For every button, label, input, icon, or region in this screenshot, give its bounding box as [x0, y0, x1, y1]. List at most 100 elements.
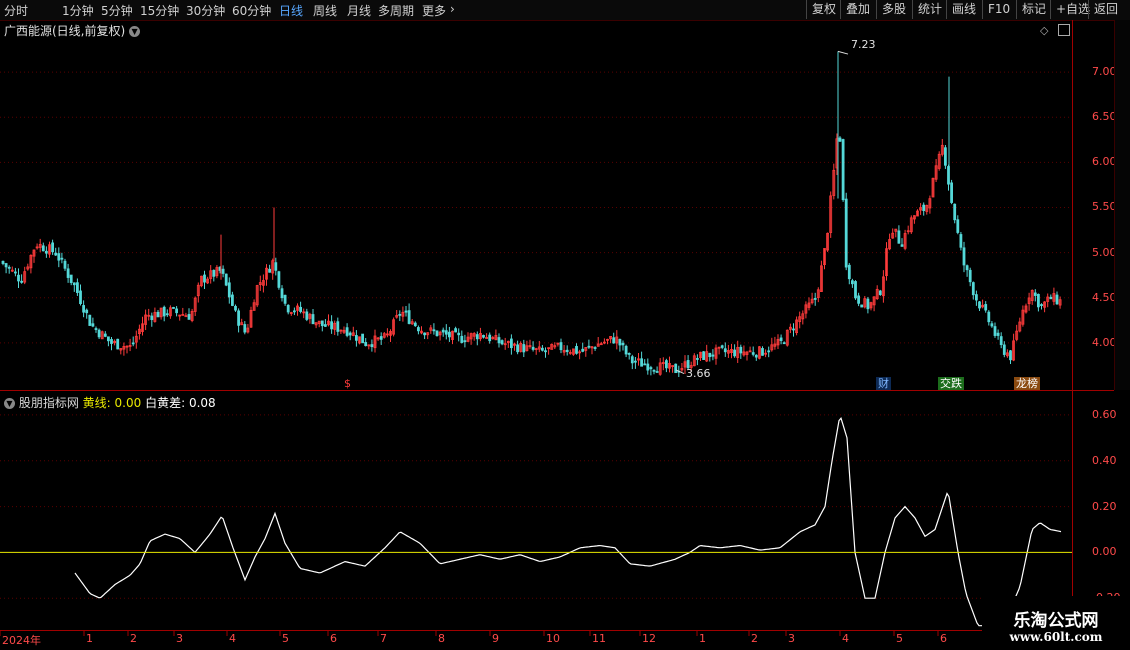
candle-body — [4, 263, 8, 268]
candle-body — [69, 274, 73, 283]
candle-body — [720, 345, 724, 348]
candle-body — [66, 268, 70, 278]
side-panel-tab[interactable] — [1114, 20, 1130, 390]
candle-body — [280, 288, 284, 299]
candle-body — [754, 354, 758, 358]
candle-body — [463, 340, 467, 343]
candle-body — [544, 350, 547, 353]
month-label: 3 — [788, 632, 795, 645]
candle-body — [82, 305, 85, 313]
month-label: 2 — [130, 632, 137, 645]
candle-body — [857, 295, 860, 304]
month-label: 4 — [229, 632, 236, 645]
diamond-icon[interactable]: ◇ — [1040, 24, 1048, 37]
grid-lines — [0, 71, 1072, 599]
candle-body — [1009, 350, 1012, 361]
candle-body — [847, 264, 851, 280]
candle-body — [962, 247, 966, 266]
candle-body — [94, 328, 98, 330]
candle-body — [57, 253, 61, 261]
candle-body — [996, 332, 1000, 336]
candlestick-series — [1, 50, 1062, 378]
candle-body — [1002, 344, 1006, 355]
low-price-annotation: 3.66 — [686, 367, 711, 380]
candle-body — [860, 304, 864, 308]
candle-body — [1033, 292, 1037, 296]
white-indicator-line — [74, 416, 1062, 627]
finance-badge[interactable]: 财 — [876, 377, 891, 390]
month-label: 3 — [176, 632, 183, 645]
candle-body — [187, 314, 191, 320]
candle-body — [416, 327, 420, 332]
candle-body — [283, 294, 287, 304]
candle-body — [97, 329, 101, 338]
candle-body — [522, 344, 526, 353]
candle-body — [711, 354, 715, 357]
candle-body — [1055, 294, 1059, 305]
candle-body — [739, 346, 743, 354]
panel-toggle-icon[interactable] — [1058, 24, 1070, 36]
candle-body — [581, 348, 585, 352]
candle-body — [320, 320, 324, 327]
candle-body — [423, 332, 427, 336]
candle-body — [292, 310, 296, 313]
candle-body — [1, 260, 5, 264]
indicator-name: 股朋指标网 — [18, 396, 79, 410]
month-label: 6 — [330, 632, 337, 645]
candle-body — [435, 330, 439, 337]
chart-title[interactable]: 广西能源(日线,前复权) ▼ — [4, 22, 141, 39]
candle-body — [708, 352, 712, 358]
candle-body — [779, 337, 783, 341]
watermark: 乐淘公式网 www.60lt.com — [982, 596, 1130, 650]
month-label: 2024年 — [2, 634, 41, 647]
candle-body — [723, 348, 727, 353]
candle-body — [541, 347, 544, 351]
candle-body — [370, 344, 374, 348]
candle-body — [646, 363, 650, 371]
yellow-line-label: 黄线: — [82, 396, 111, 410]
chevron-down-icon[interactable]: ▼ — [129, 26, 141, 37]
candle-body — [655, 371, 659, 373]
candle-body — [88, 314, 92, 326]
candle-body — [767, 350, 771, 353]
month-label: 5 — [896, 632, 903, 645]
indicator-title[interactable]: ▼ 股朋指标网 黄线: 0.00 白黄差: 0.08 — [4, 394, 216, 411]
candle-body — [1040, 304, 1043, 306]
candle-body — [624, 345, 628, 355]
indicator-tick-label: 0.00 — [1092, 545, 1117, 559]
candle-body — [509, 338, 513, 349]
trade-badge[interactable]: 交跌 — [938, 377, 964, 390]
dragon-list-badge[interactable]: 龙榜 — [1014, 377, 1040, 390]
candle-body — [299, 306, 303, 312]
candle-body — [454, 328, 458, 333]
candle-body — [234, 305, 237, 311]
candle-body — [354, 335, 358, 341]
candle-body — [444, 330, 448, 335]
candle-body — [230, 294, 234, 306]
candle-body — [330, 321, 334, 330]
dividend-badge[interactable]: $ — [342, 377, 353, 390]
candle-body — [559, 342, 563, 351]
candle-body — [7, 266, 11, 269]
candle-body — [224, 273, 228, 286]
candle-body — [172, 307, 175, 309]
kline-chart[interactable] — [0, 0, 1130, 650]
candle-body — [398, 313, 402, 316]
candle-body — [649, 367, 653, 370]
month-label: 6 — [940, 632, 947, 645]
chevron-down-icon[interactable]: ▼ — [4, 398, 15, 409]
candle-body — [956, 219, 960, 233]
candle-body — [1037, 293, 1040, 308]
candle-body — [643, 363, 647, 366]
candle-body — [407, 310, 411, 324]
candle-body — [116, 338, 120, 350]
candle-body — [792, 328, 795, 331]
candle-body — [311, 314, 315, 325]
indicator-tick-label: 0.40 — [1092, 453, 1117, 467]
candle-body — [13, 271, 17, 274]
candle-body — [91, 323, 95, 327]
month-label: 2 — [751, 632, 758, 645]
candle-body — [103, 333, 107, 337]
candle-body — [379, 336, 383, 340]
month-label: 7 — [380, 632, 387, 645]
